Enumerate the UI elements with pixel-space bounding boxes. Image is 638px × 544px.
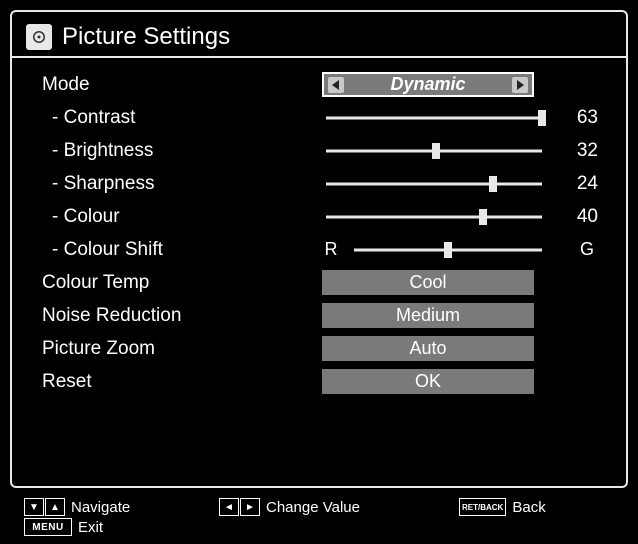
contrast-slider[interactable]: 63 [322,107,600,129]
colour-temp-value[interactable]: Cool [322,270,534,295]
sharpness-slider[interactable]: 24 [322,173,600,195]
contrast-value: 63 [556,107,600,129]
row-brightness[interactable]: - Brightness 32 [42,134,600,167]
settings-window: Picture Settings Mode Dynamic - Contrast [10,10,628,488]
colour-shift-slider[interactable]: R G [322,239,600,260]
reset-button[interactable]: OK [322,369,534,394]
noise-reduction-value[interactable]: Medium [322,303,534,328]
hint-back: RET/BACK Back [459,498,546,516]
brightness-slider[interactable]: 32 [322,140,600,162]
menu-key-icon: MENU [24,518,72,536]
label-picture-zoom: Picture Zoom [42,338,322,360]
colour-shift-left: R [322,239,340,260]
control-mode: Dynamic [322,72,600,97]
row-colour-shift[interactable]: - Colour Shift R G [42,233,600,266]
colour-value: 40 [556,206,600,228]
sharpness-value: 24 [556,173,600,195]
hint-navigate: ▼ ▲ Navigate [24,498,219,516]
page-title: Picture Settings [62,23,230,51]
left-key-icon: ◄ [219,498,239,516]
row-picture-zoom[interactable]: Picture Zoom Auto [42,332,600,365]
mode-value: Dynamic [344,74,512,95]
row-noise-reduction[interactable]: Noise Reduction Medium [42,299,600,332]
mode-select[interactable]: Dynamic [322,72,534,97]
label-brightness: - Brightness [42,140,322,162]
row-mode[interactable]: Mode Dynamic [42,68,600,101]
mode-prev-icon[interactable] [328,77,344,93]
up-key-icon: ▲ [45,498,65,516]
row-colour-temp[interactable]: Colour Temp Cool [42,266,600,299]
down-key-icon: ▼ [24,498,44,516]
hint-change-value: ◄ ► Change Value [219,498,459,516]
mode-next-icon[interactable] [512,77,528,93]
label-contrast: - Contrast [42,107,322,129]
colour-shift-right: G [556,239,600,260]
label-mode: Mode [42,74,322,96]
label-noise-reduction: Noise Reduction [42,305,322,327]
label-colour: - Colour [42,206,322,228]
row-colour[interactable]: - Colour 40 [42,200,600,233]
settings-list: Mode Dynamic - Contrast 63 [12,58,626,398]
label-colour-temp: Colour Temp [42,272,322,294]
footer-hints: ▼ ▲ Navigate ◄ ► Change Value RET/BACK B… [10,498,628,536]
picture-zoom-value[interactable]: Auto [322,336,534,361]
picture-settings-icon [26,24,52,50]
row-reset[interactable]: Reset OK [42,365,600,398]
label-colour-shift: - Colour Shift [42,239,322,261]
colour-slider[interactable]: 40 [322,206,600,228]
title-bar: Picture Settings [12,12,626,58]
label-reset: Reset [42,371,322,393]
ret-back-key-icon: RET/BACK [459,498,506,516]
row-sharpness[interactable]: - Sharpness 24 [42,167,600,200]
label-sharpness: - Sharpness [42,173,322,195]
hint-exit: MENU Exit [24,518,103,536]
right-key-icon: ► [240,498,260,516]
brightness-value: 32 [556,140,600,162]
row-contrast[interactable]: - Contrast 63 [42,101,600,134]
